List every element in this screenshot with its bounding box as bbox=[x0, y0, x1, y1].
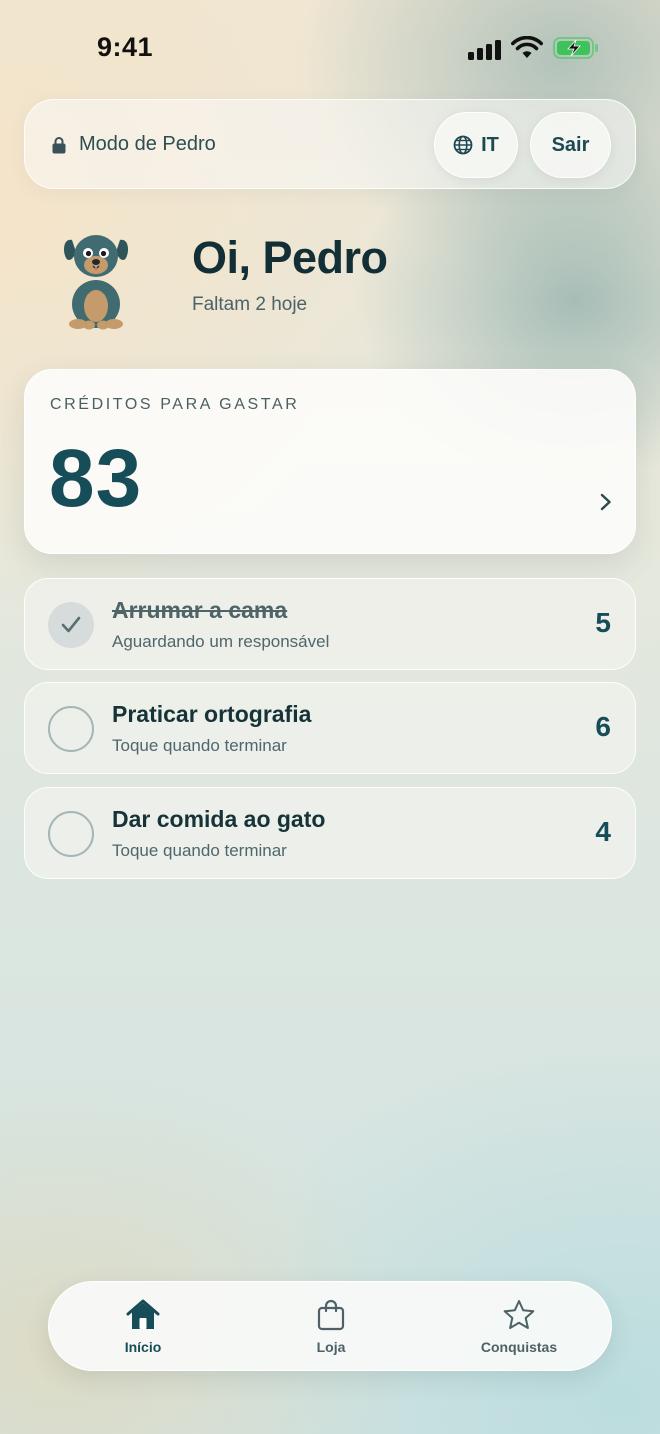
credits-value: 83 bbox=[49, 433, 143, 524]
tab-home[interactable]: Início bbox=[73, 1282, 213, 1372]
task-title: Praticar ortografia bbox=[112, 701, 312, 727]
tab-shop[interactable]: Loja bbox=[261, 1282, 401, 1372]
mode-label: Modo de Pedro bbox=[79, 133, 216, 155]
lock-icon bbox=[52, 137, 66, 154]
task-status: Aguardando um responsável bbox=[112, 632, 330, 651]
status-bar: 9:41 bbox=[0, 0, 660, 96]
cellular-signal-icon bbox=[468, 38, 502, 60]
task-points: 5 bbox=[595, 607, 611, 638]
credits-label: CRÉDITOS PARA GASTAR bbox=[50, 396, 300, 413]
task-checkbox-checked[interactable] bbox=[48, 602, 94, 648]
tab-shop-label: Loja bbox=[316, 1339, 346, 1355]
task-points: 4 bbox=[595, 816, 611, 847]
task-status: Toque quando terminar bbox=[112, 736, 287, 755]
greeting-title: Oi, Pedro bbox=[192, 232, 388, 283]
language-button-label: IT bbox=[481, 133, 499, 156]
tab-home-label: Início bbox=[124, 1339, 162, 1355]
mode-header-bar: Modo de Pedro IT Sair bbox=[24, 99, 636, 189]
bottom-tab-bar: Início Loja Conquistas bbox=[48, 1281, 612, 1371]
language-button[interactable]: IT bbox=[434, 112, 518, 178]
task-title: Arrumar a cama bbox=[112, 597, 288, 623]
task-status: Toque quando terminar bbox=[112, 841, 287, 860]
tab-achievements[interactable]: Conquistas bbox=[449, 1282, 589, 1372]
remaining-tasks-text: Faltam 2 hoje bbox=[192, 294, 308, 315]
star-icon bbox=[503, 1300, 535, 1329]
tab-achievements-label: Conquistas bbox=[480, 1339, 558, 1355]
wifi-icon bbox=[511, 36, 543, 58]
task-item[interactable]: Praticar ortografia Toque quando termina… bbox=[24, 682, 636, 774]
credits-card[interactable]: CRÉDITOS PARA GASTAR 83 bbox=[24, 369, 636, 554]
exit-button-label: Sair bbox=[551, 133, 590, 156]
task-points: 6 bbox=[595, 711, 611, 742]
status-time: 9:41 bbox=[97, 32, 154, 62]
home-icon bbox=[126, 1299, 160, 1329]
dog-avatar bbox=[64, 235, 128, 330]
globe-icon bbox=[453, 135, 473, 155]
task-item[interactable]: Dar comida ao gato Toque quando terminar… bbox=[24, 787, 636, 879]
task-title: Dar comida ao gato bbox=[112, 806, 326, 832]
shopping-bag-icon bbox=[317, 1299, 345, 1331]
checkmark-icon bbox=[61, 616, 81, 633]
exit-button[interactable]: Sair bbox=[530, 112, 611, 178]
chevron-right-icon bbox=[600, 493, 611, 511]
task-item[interactable]: Arrumar a cama Aguardando um responsável… bbox=[24, 578, 636, 670]
task-checkbox[interactable] bbox=[48, 811, 94, 857]
battery-charging-icon bbox=[553, 37, 598, 59]
task-checkbox[interactable] bbox=[48, 706, 94, 752]
